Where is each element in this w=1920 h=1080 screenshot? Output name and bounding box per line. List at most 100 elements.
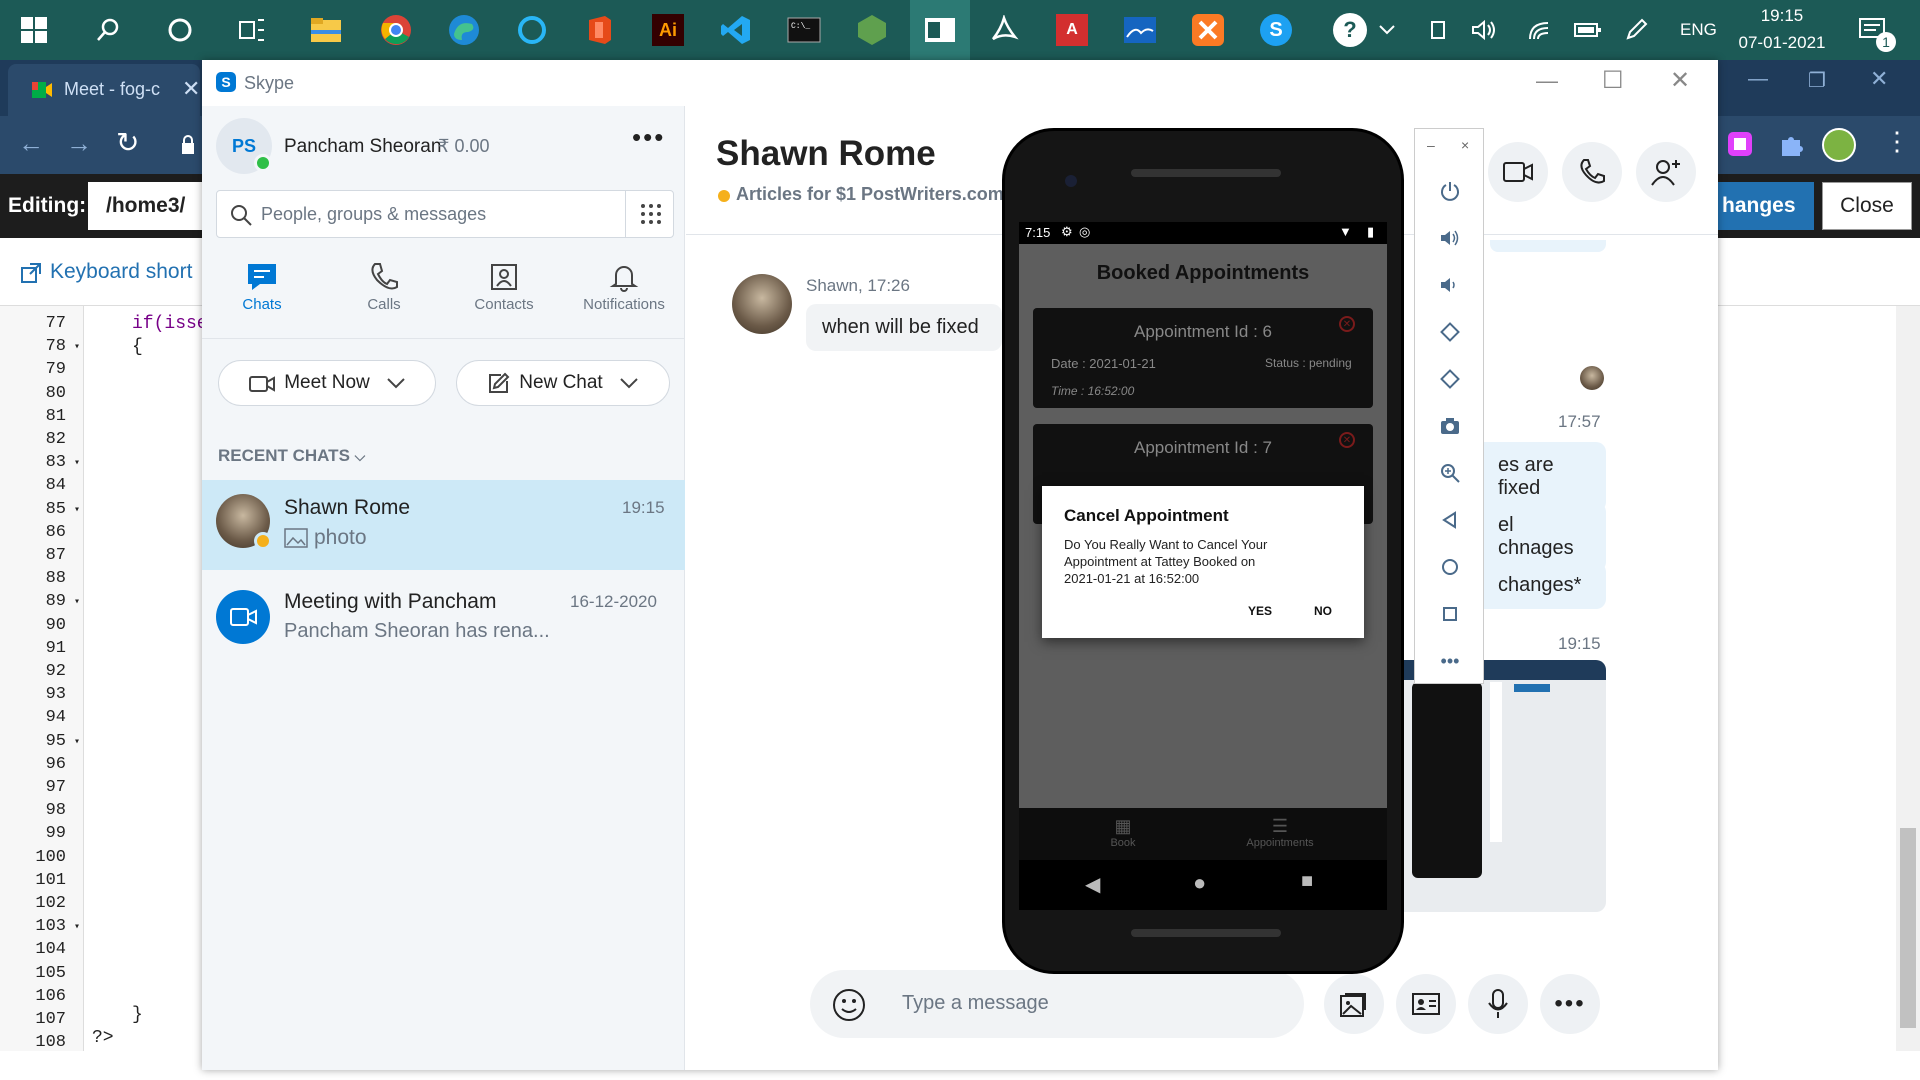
extensions-puzzle-icon[interactable] [1778,132,1804,158]
volume-down-button[interactable] [1415,263,1485,307]
zoom-button[interactable] [1415,451,1485,495]
office-icon[interactable] [576,6,624,54]
dialpad-icon[interactable] [639,202,663,226]
new-chat-button[interactable]: New Chat [456,360,670,406]
photos-icon[interactable] [1116,6,1164,54]
save-changes-button[interactable]: hanges [1718,182,1814,230]
profile-name[interactable]: Pancham Sheoran [284,136,441,158]
notification-center-icon[interactable]: 1 [1848,6,1896,54]
more-vert-icon[interactable]: ⋮ [1884,126,1910,157]
cortana-icon[interactable] [156,6,204,54]
conversation-title[interactable]: Shawn Rome [716,134,936,174]
more-options-icon[interactable]: ••• [1415,639,1485,683]
fold-toggle-icon[interactable]: ▾ [68,921,80,933]
video-call-button[interactable] [1488,142,1548,202]
clock-time[interactable]: 19:15 [1738,6,1826,26]
home-button[interactable] [1415,545,1485,589]
voice-message-button[interactable] [1468,974,1528,1034]
message-input[interactable]: Type a message [810,970,1304,1038]
browser-tab[interactable]: Meet - fog-c ✕ [8,64,200,116]
scrollbar-thumb[interactable] [1900,828,1916,1028]
chat-list-item[interactable]: Shawn Rome 19:15 photo [202,480,685,570]
help-icon[interactable]: ? [1326,6,1374,54]
restore-icon[interactable]: ❐ [1808,68,1826,93]
terminal-icon[interactable]: C:\_ [780,6,828,54]
close-icon[interactable]: ✕ [182,76,200,102]
home-icon[interactable]: ● [1193,870,1206,896]
forward-icon[interactable]: → [66,128,92,159]
recents-icon[interactable]: ■ [1301,870,1313,893]
adobe-reader-icon[interactable]: A [1048,6,1096,54]
fold-toggle-icon[interactable]: ▾ [68,596,80,608]
acrobat-icon[interactable] [980,6,1028,54]
send-file-button[interactable] [1324,974,1384,1034]
xampp-icon[interactable] [1184,6,1232,54]
screenshot-button[interactable] [1415,404,1485,448]
rotate-left-button[interactable] [1415,310,1485,354]
nav-appointments[interactable]: ☰ Appointments [1235,816,1325,849]
vscode-icon[interactable] [712,6,760,54]
network-icon[interactable] [1522,6,1558,54]
cortana-circle-icon[interactable] [508,6,556,54]
tab-calls[interactable]: Calls [324,250,444,330]
file-explorer-icon[interactable] [302,6,350,54]
send-contact-button[interactable] [1396,974,1456,1034]
fold-toggle-icon[interactable]: ▾ [68,457,80,469]
close-icon[interactable]: ✕ [1870,66,1888,92]
overview-button[interactable] [1415,592,1485,636]
recent-chats-header[interactable]: RECENT CHATS ⌵ [218,446,365,466]
fold-toggle-icon[interactable]: ▾ [68,736,80,748]
language-indicator[interactable]: ENG [1680,20,1717,40]
appointment-card[interactable]: Appointment Id : 6 ✕ Date : 2021-01-21 S… [1033,308,1373,408]
rotate-right-button[interactable] [1415,357,1485,401]
task-view-icon[interactable] [228,6,276,54]
tab-chats[interactable]: Chats [202,250,322,330]
cancel-icon[interactable]: ✕ [1339,316,1355,332]
emoji-icon[interactable] [832,988,866,1022]
profile-avatar[interactable] [1822,128,1856,162]
volume-up-button[interactable] [1415,216,1485,260]
tab-notifications[interactable]: Notifications [564,250,684,330]
chrome-icon[interactable] [372,6,420,54]
back-button[interactable] [1415,498,1485,542]
more-actions-button[interactable]: ••• [1540,974,1600,1034]
shared-photo-thumbnail[interactable] [1404,660,1606,912]
close-button[interactable]: Close [1822,182,1912,230]
nodejs-icon[interactable] [848,6,896,54]
windows-start-icon[interactable] [10,6,58,54]
skype-icon[interactable]: S [1252,6,1300,54]
keyboard-shortcuts-link[interactable]: Keyboard short [50,260,192,284]
cancel-icon[interactable]: ✕ [1339,432,1355,448]
fold-toggle-icon[interactable]: ▾ [68,504,80,516]
more-options-icon[interactable]: ••• [632,122,665,153]
pen-icon[interactable] [1618,6,1654,54]
search-icon[interactable] [84,6,132,54]
close-icon[interactable]: ✕ [1670,66,1690,95]
edge-icon[interactable] [440,6,488,54]
battery-icon[interactable] [1570,6,1606,54]
extension-app-icon[interactable] [1726,130,1754,158]
power-button[interactable] [1415,169,1485,213]
back-icon[interactable]: ← [18,128,44,159]
dialog-yes-button[interactable]: YES [1248,604,1272,618]
minimize-icon[interactable]: — [1748,68,1768,91]
add-people-button[interactable] [1636,142,1696,202]
editor-scrollbar[interactable] [1896,306,1920,1051]
incoming-message[interactable]: when will be fixed [806,304,1002,351]
reload-icon[interactable]: ↻ [116,126,139,159]
emulator-screen[interactable]: 7:15 ⚙ ◎ ▼ ▮ Booked Appointments Appoint… [1019,222,1387,860]
illustrator-icon[interactable]: Ai [644,6,692,54]
volume-icon[interactable] [1466,6,1502,54]
search-box[interactable]: People, groups & messages [216,190,674,238]
audio-call-button[interactable] [1562,142,1622,202]
maximize-icon[interactable]: ☐ [1602,66,1624,95]
active-app-icon[interactable] [910,0,970,60]
outgoing-message[interactable]: changes* [1482,562,1606,609]
clock-date[interactable]: 07-01-2021 [1736,33,1828,53]
dialog-no-button[interactable]: NO [1314,604,1332,618]
chat-list-item[interactable]: Meeting with Pancham 16-12-2020 Pancham … [202,570,685,660]
fold-toggle-icon[interactable]: ▾ [68,341,80,353]
skype-credit[interactable]: ₹ 0.00 [438,136,490,157]
meet-now-button[interactable]: Meet Now [218,360,436,406]
tab-contacts[interactable]: Contacts [444,250,564,330]
